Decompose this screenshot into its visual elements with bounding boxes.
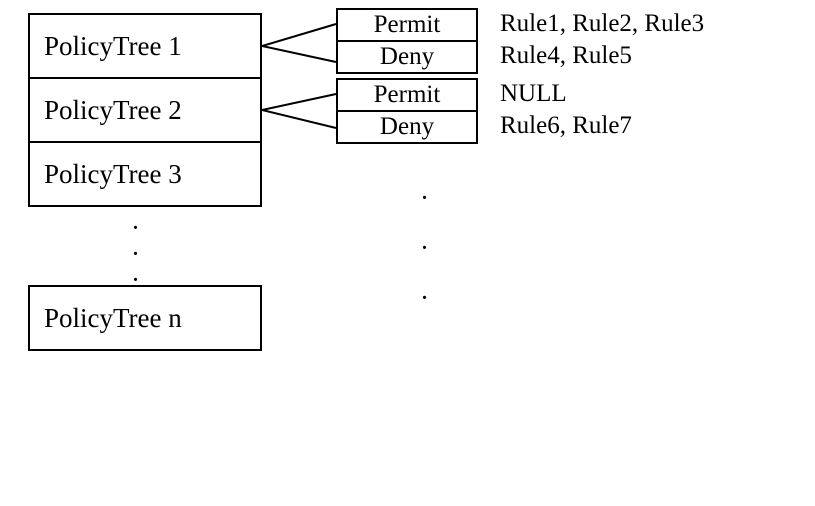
decision-continuation-dots: . — [422, 182, 427, 205]
policytree-2-box: PolicyTree 2 — [28, 77, 262, 143]
deny-box-2: Deny — [336, 110, 478, 144]
policy-continuation-dots: . — [133, 264, 138, 287]
policytree-1-label: PolicyTree 1 — [44, 31, 182, 62]
deny-label-2: Deny — [380, 113, 434, 141]
decision-continuation-dots: . — [422, 282, 427, 305]
permit-box-2: Permit — [336, 78, 478, 112]
permit-label-2: Permit — [374, 81, 441, 109]
rules-row-2: Rule4, Rule5 — [500, 42, 632, 70]
rules-row-1: Rule1, Rule2, Rule3 — [500, 10, 704, 38]
policytree-1-box: PolicyTree 1 — [28, 13, 262, 79]
policytree-2-label: PolicyTree 2 — [44, 95, 182, 126]
deny-label-1: Deny — [380, 43, 434, 71]
policytree-3-box: PolicyTree 3 — [28, 141, 262, 207]
policytree-n-label: PolicyTree n — [44, 303, 182, 334]
deny-box-1: Deny — [336, 40, 478, 74]
rules-row-4: Rule6, Rule7 — [500, 112, 632, 140]
policy-continuation-dots: . — [133, 212, 138, 235]
permit-box-1: Permit — [336, 8, 478, 42]
rules-row-3: NULL — [500, 80, 567, 108]
policy-continuation-dots: . — [133, 238, 138, 261]
policytree-3-label: PolicyTree 3 — [44, 159, 182, 190]
policytree-n-box: PolicyTree n — [28, 285, 262, 351]
decision-continuation-dots: . — [422, 232, 427, 255]
permit-label-1: Permit — [374, 11, 441, 39]
